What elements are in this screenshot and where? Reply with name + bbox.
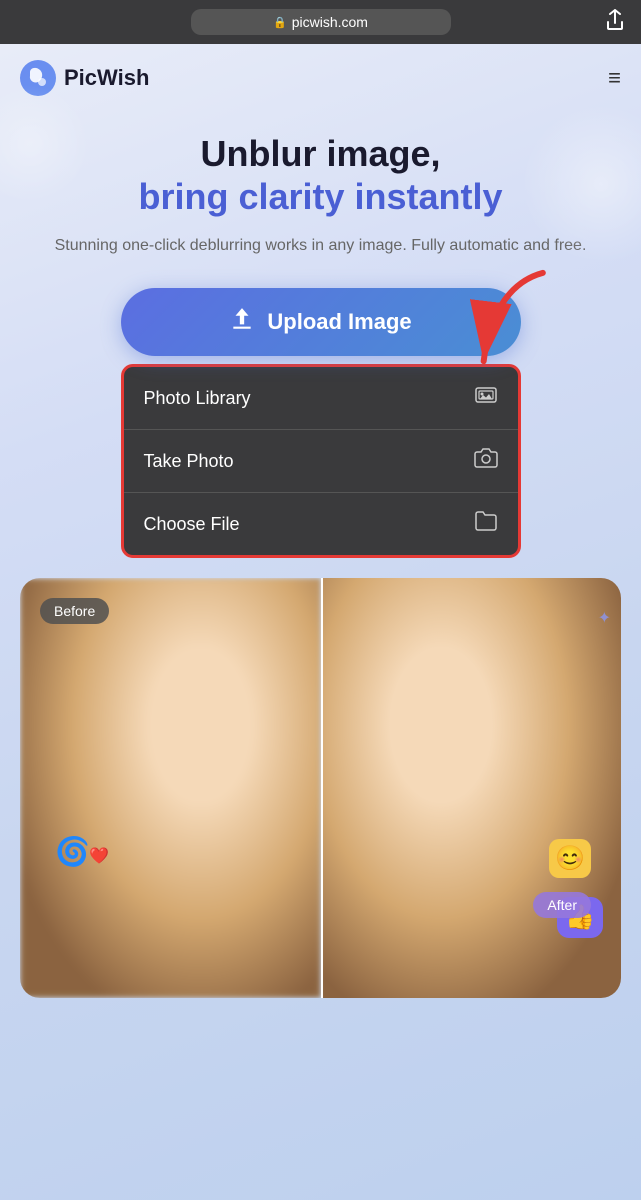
hero-title-line2: bring clarity instantly xyxy=(40,175,601,218)
upload-button-label: Upload Image xyxy=(267,309,411,335)
url-text: picwish.com xyxy=(292,14,368,30)
dropdown-item-choose-file[interactable]: Choose File xyxy=(124,493,518,555)
logo-icon xyxy=(20,60,56,96)
hamburger-menu-button[interactable]: ≡ xyxy=(608,65,621,91)
lock-icon: 🔒 xyxy=(273,16,287,29)
logo-container: PicWish xyxy=(20,60,149,96)
choose-file-label: Choose File xyxy=(144,514,240,535)
before-label: Before xyxy=(40,598,109,624)
upload-section: Upload Image Photo Library Take Photo xyxy=(0,288,641,558)
swirl-sticker: 🌀 ❤️ xyxy=(55,835,109,868)
take-photo-label: Take Photo xyxy=(144,451,234,472)
dropdown-item-take-photo[interactable]: Take Photo xyxy=(124,430,518,493)
share-button[interactable] xyxy=(605,9,625,36)
before-image xyxy=(20,578,321,998)
browser-bar: 🔒 picwish.com xyxy=(0,0,641,44)
logo-text: PicWish xyxy=(64,65,149,91)
sparkle-decoration: ✦ xyxy=(598,608,611,628)
smiley-sticker: 😊 xyxy=(549,839,591,878)
url-bar[interactable]: 🔒 picwish.com xyxy=(191,9,451,35)
hero-subtitle: Stunning one-click deblurring works in a… xyxy=(40,234,601,258)
upload-button-outer: Upload Image xyxy=(121,288,521,356)
upload-icon xyxy=(229,306,255,338)
hero-title-line1: Unblur image, xyxy=(40,132,601,175)
before-after-section: Before After 🌀 ❤️ ✦ 😊 👍 xyxy=(0,578,641,998)
folder-icon xyxy=(474,509,498,539)
after-label: After xyxy=(533,892,591,918)
photo-library-label: Photo Library xyxy=(144,388,251,409)
hero-section: Unblur image, bring clarity instantly St… xyxy=(0,112,641,258)
red-arrow-decoration xyxy=(433,258,587,398)
main-page: PicWish ≡ Unblur image, bring clarity in… xyxy=(0,44,641,1200)
before-after-divider xyxy=(321,578,323,998)
navbar: PicWish ≡ xyxy=(0,44,641,112)
before-after-container: Before After xyxy=(20,578,621,998)
camera-icon xyxy=(474,446,498,476)
